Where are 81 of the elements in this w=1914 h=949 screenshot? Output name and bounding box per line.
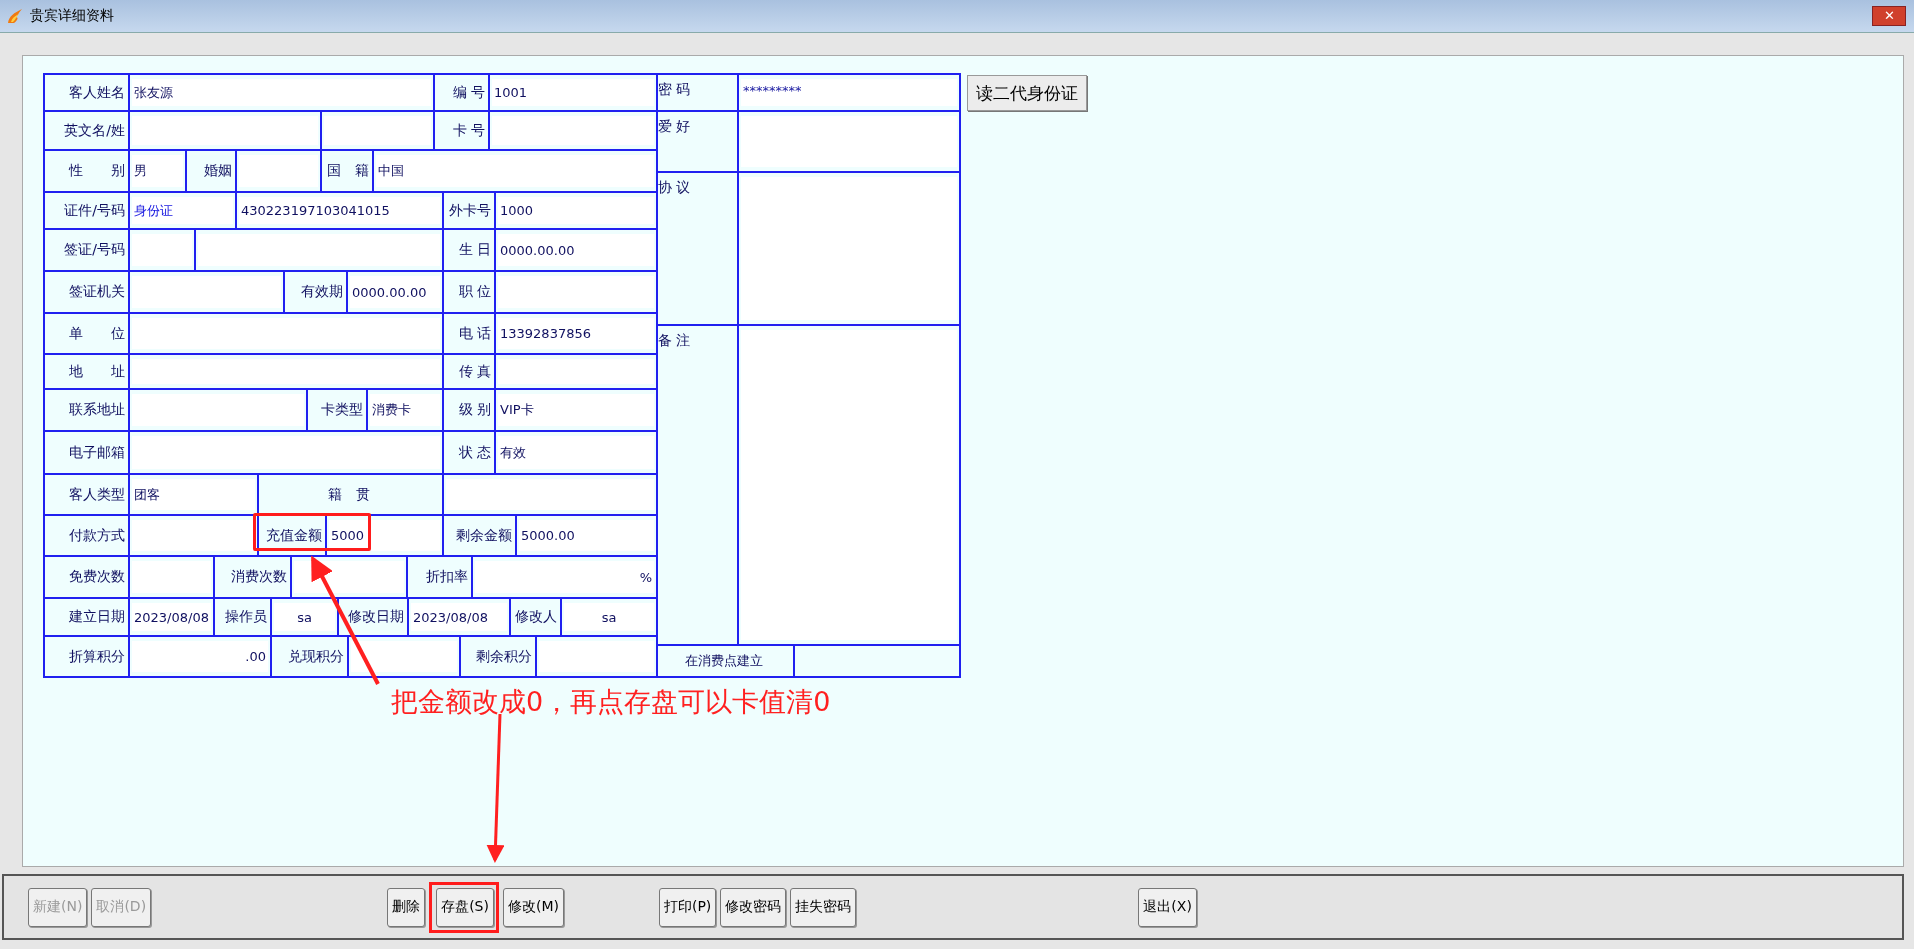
input-field[interactable]: 13392837856 bbox=[498, 318, 654, 349]
field-label: 备 注 bbox=[658, 326, 739, 646]
input-field[interactable]: 5000 bbox=[329, 520, 440, 551]
field-label: 证件/号码 bbox=[45, 193, 130, 230]
field-label: 级 别 bbox=[444, 390, 496, 432]
input-field[interactable]: 2023/08/08 bbox=[132, 603, 211, 631]
field-label: 外卡号 bbox=[444, 193, 496, 230]
field-label: 消费次数 bbox=[215, 557, 292, 599]
input-field[interactable]: 有效 bbox=[498, 436, 654, 469]
field-label: 修改日期 bbox=[339, 599, 409, 637]
field-label: 免费次数 bbox=[45, 557, 130, 599]
field-label: 在消费点建立 bbox=[658, 646, 795, 678]
input-field[interactable]: sa bbox=[274, 603, 335, 631]
input-field[interactable]: .00 bbox=[132, 641, 268, 672]
field-label: 英文名/姓 bbox=[45, 112, 130, 151]
input-field[interactable]: 0000.00.00 bbox=[350, 276, 440, 308]
input-field[interactable]: 2023/08/08 bbox=[411, 603, 507, 631]
toolbar-button[interactable]: 退出(X) bbox=[1138, 887, 1197, 927]
field-label: 性 别 bbox=[45, 151, 130, 193]
input-field[interactable]: 张友源 bbox=[132, 79, 431, 106]
field-label: 电 话 bbox=[444, 314, 496, 355]
input-field[interactable] bbox=[294, 561, 404, 593]
window-title: 贵宾详细资料 bbox=[30, 7, 114, 25]
toolbar-button[interactable]: 打印(P) bbox=[658, 887, 717, 927]
field-label: 卡类型 bbox=[308, 390, 368, 432]
field-label: 编 号 bbox=[435, 75, 490, 112]
field-label: 电子邮箱 bbox=[45, 432, 130, 475]
field-label: 卡 号 bbox=[435, 112, 490, 151]
field-label: 客人类型 bbox=[45, 475, 130, 516]
flame-icon bbox=[6, 7, 24, 25]
field-label: 单 位 bbox=[45, 314, 130, 355]
field-label: 剩余金额 bbox=[444, 516, 517, 557]
input-field[interactable]: VIP卡 bbox=[498, 394, 654, 426]
input-field[interactable]: 1000 bbox=[498, 197, 654, 224]
input-field[interactable]: sa bbox=[564, 603, 654, 631]
input-field[interactable]: 身份证 bbox=[132, 197, 233, 224]
input-field[interactable]: 中国 bbox=[376, 155, 654, 187]
input-field[interactable]: 团客 bbox=[132, 479, 255, 510]
field-label: 签证机关 bbox=[45, 272, 130, 314]
field-label: 操作员 bbox=[215, 599, 272, 637]
input-field[interactable]: 消费卡 bbox=[370, 394, 440, 426]
field-label: 签证/号码 bbox=[45, 230, 130, 272]
input-field[interactable]: ********* bbox=[741, 79, 957, 106]
field-label: 充值金额 bbox=[259, 516, 327, 557]
field-label: 密 码 bbox=[658, 75, 739, 112]
field-label: 折算积分 bbox=[45, 637, 130, 678]
field-label: 付款方式 bbox=[45, 516, 130, 557]
field-label: 职 位 bbox=[444, 272, 496, 314]
input-field[interactable]: 0000.00.00 bbox=[498, 234, 654, 266]
field-label: 建立日期 bbox=[45, 599, 130, 637]
input-field[interactable] bbox=[132, 520, 255, 551]
toolbar-button[interactable]: 挂失密码 bbox=[790, 887, 857, 927]
field-label: 协 议 bbox=[658, 173, 739, 326]
field-label: 修改人 bbox=[511, 599, 562, 637]
toolbar-button[interactable]: 存盘(S) bbox=[436, 887, 494, 927]
input-field[interactable]: 5000.00 bbox=[519, 520, 654, 551]
close-button[interactable]: ✕ bbox=[1872, 6, 1906, 26]
input-field[interactable]: 男 bbox=[132, 155, 183, 187]
input-field[interactable]: % bbox=[475, 561, 654, 593]
field-label: 爱 好 bbox=[658, 112, 739, 173]
field-label: 籍 贯 bbox=[259, 475, 444, 516]
field-label: 地 址 bbox=[45, 355, 130, 390]
field-label: 生 日 bbox=[444, 230, 496, 272]
toolbar-button[interactable]: 修改密码 bbox=[720, 887, 787, 927]
field-label: 联系地址 bbox=[45, 390, 130, 432]
field-label: 客人姓名 bbox=[45, 75, 130, 112]
annotation-text: 把金额改成0，再点存盘可以卡值清0 bbox=[391, 685, 831, 719]
toolbar-button[interactable]: 删除 bbox=[387, 887, 426, 927]
field-label: 婚姻 bbox=[187, 151, 237, 193]
toolbar-button[interactable]: 修改(M) bbox=[502, 887, 564, 927]
input-field[interactable]: 1001 bbox=[492, 79, 654, 106]
input-field[interactable] bbox=[351, 641, 457, 672]
read-id-card-button[interactable]: 读二代身份证 bbox=[967, 75, 1087, 111]
field-label: 状 态 bbox=[444, 432, 496, 475]
field-label: 兑现积分 bbox=[272, 637, 349, 678]
field-label: 折扣率 bbox=[408, 557, 473, 599]
field-label: 剩余积分 bbox=[461, 637, 537, 678]
input-field[interactable]: 430223197103041015 bbox=[239, 197, 440, 224]
field-label: 传 真 bbox=[444, 355, 496, 390]
field-label: 有效期 bbox=[285, 272, 348, 314]
field-label: 国 籍 bbox=[322, 151, 374, 193]
